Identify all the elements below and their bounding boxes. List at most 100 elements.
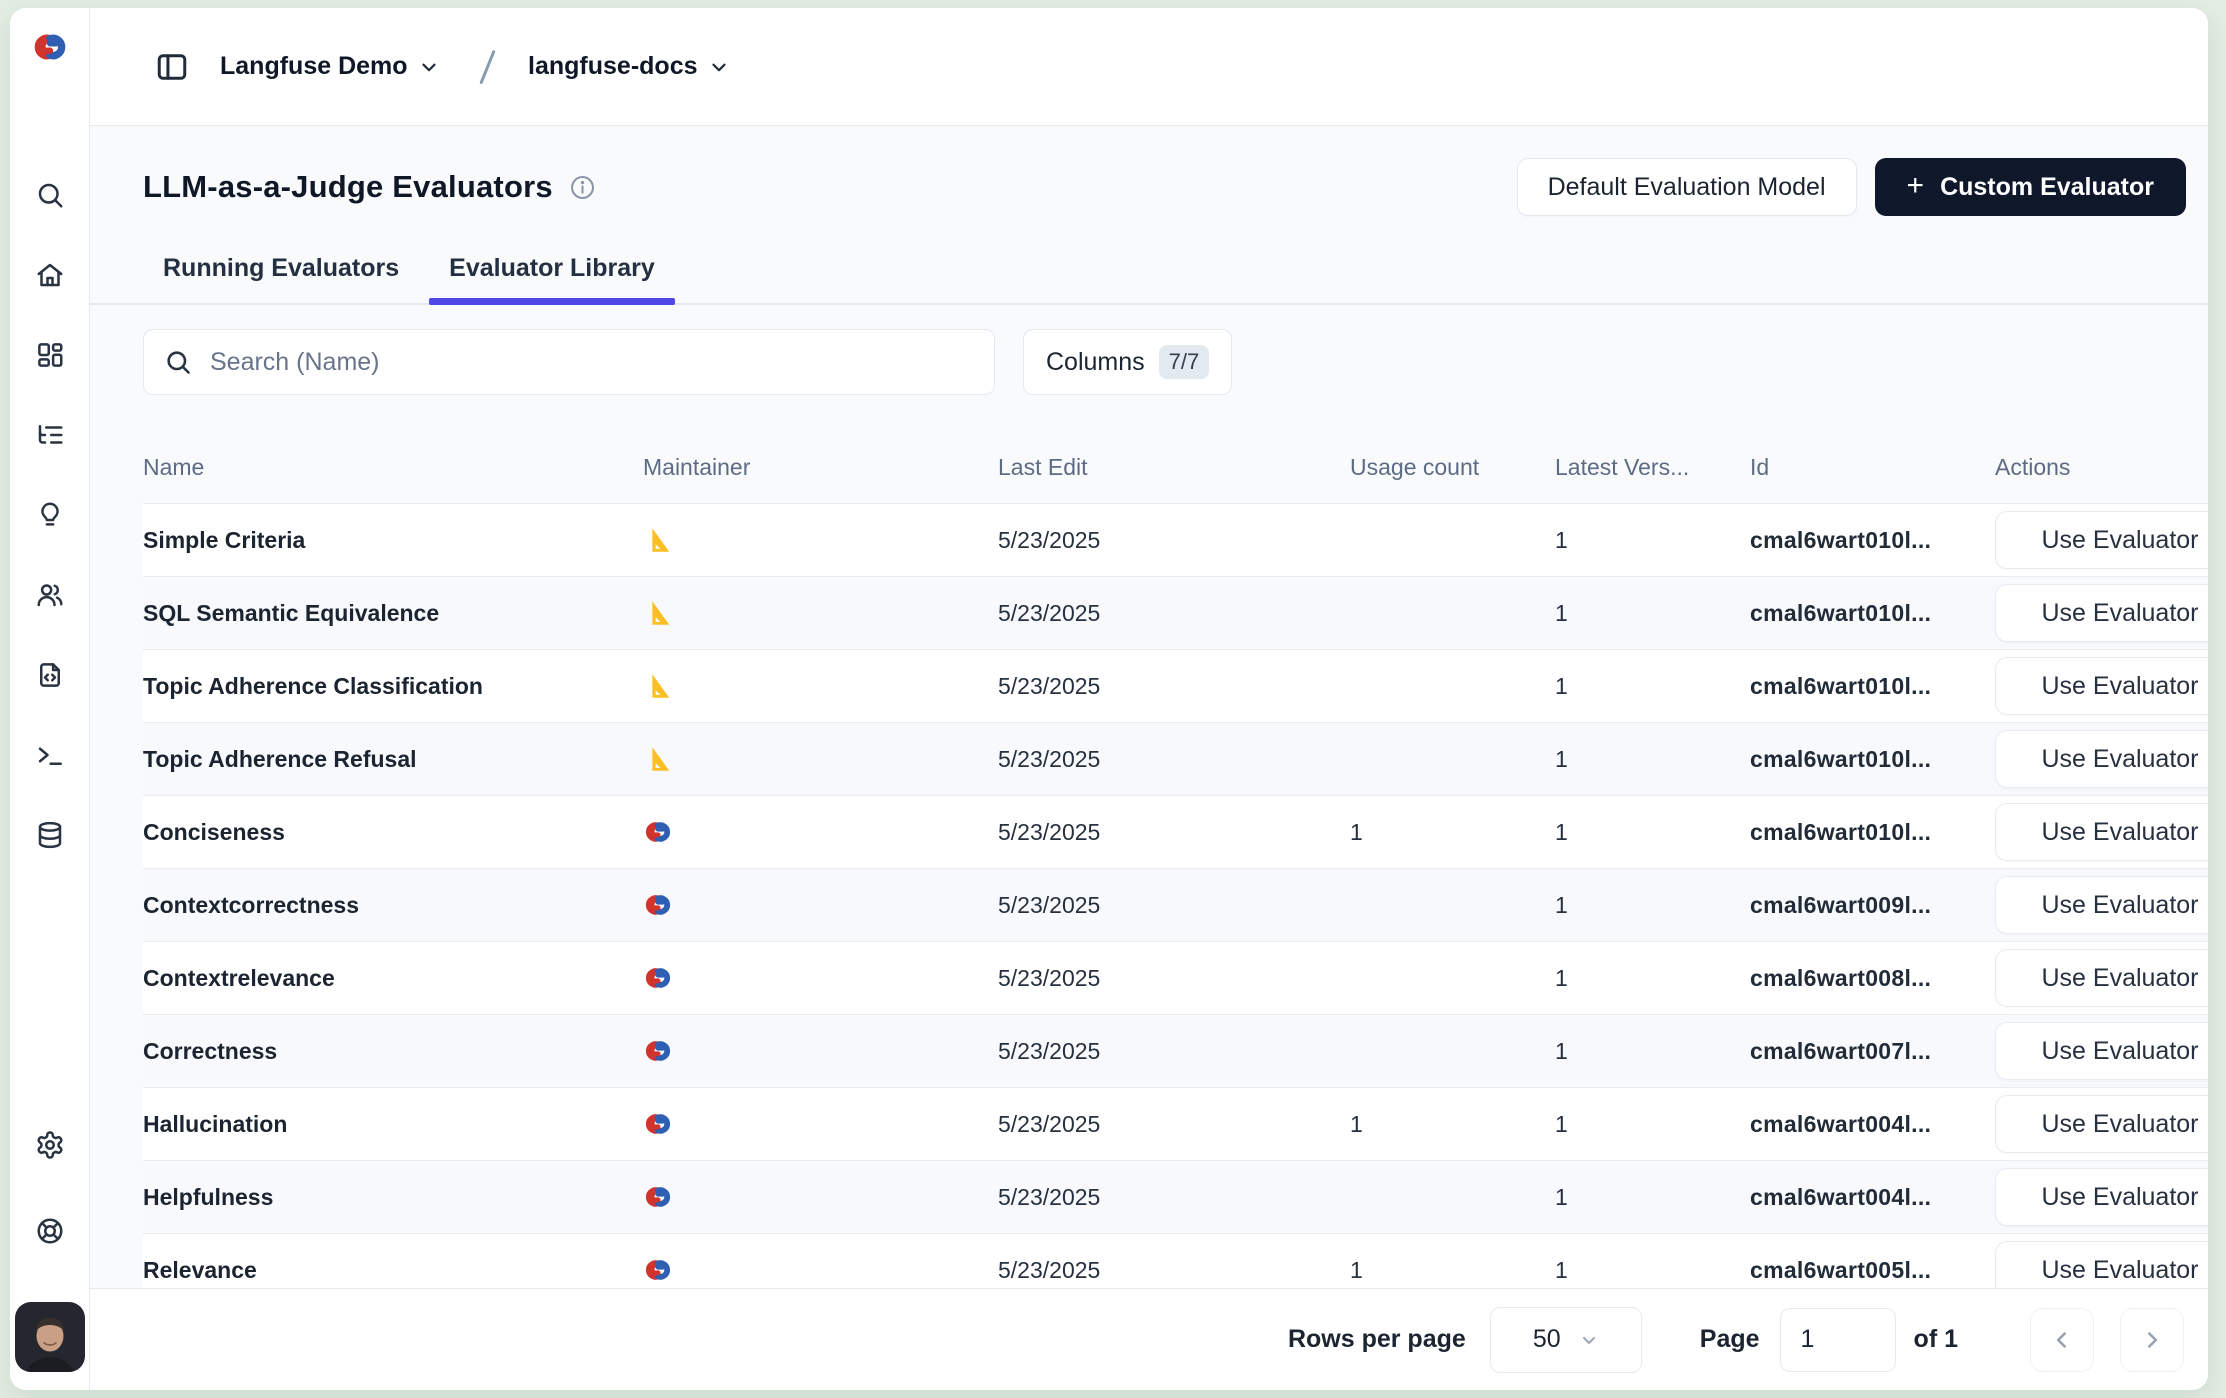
chevron-right-icon: [2139, 1327, 2165, 1353]
page-number-input[interactable]: [1780, 1308, 1896, 1372]
sidebar-toggle-icon[interactable]: [154, 49, 190, 85]
chevron-down-icon: [418, 56, 440, 78]
table-row[interactable]: Helpfulness 5/23/2025 1 cmal6wart004l...…: [143, 1161, 2208, 1234]
usage-count: 1: [1350, 1234, 1555, 1289]
page-label: Page: [1700, 1325, 1760, 1354]
column-header-maintainer: Maintainer: [643, 431, 998, 504]
column-header-actions: Actions: [1995, 431, 2208, 504]
evaluator-id: cmal6wart010l...: [1750, 796, 1995, 869]
latest-version: 1: [1555, 942, 1750, 1015]
evaluator-id: cmal6wart009l...: [1750, 869, 1995, 942]
ragas-triangle-icon: [643, 671, 673, 701]
table-row[interactable]: Relevance 5/23/2025 1 1 cmal6wart005l...…: [143, 1234, 2208, 1289]
evaluator-id: cmal6wart010l...: [1750, 650, 1995, 723]
use-evaluator-button[interactable]: Use Evaluator: [1995, 511, 2208, 569]
tab-running-evaluators[interactable]: Running Evaluators: [143, 246, 419, 303]
tracing-tree-icon[interactable]: [35, 420, 65, 450]
evaluation-lightbulb-icon[interactable]: [35, 500, 65, 530]
playground-terminal-icon[interactable]: [35, 740, 65, 770]
latest-version: 1: [1555, 1015, 1750, 1088]
rows-per-page-select[interactable]: 50: [1490, 1307, 1642, 1373]
latest-version: 1: [1555, 504, 1750, 577]
latest-version: 1: [1555, 577, 1750, 650]
plus-icon: +: [1907, 171, 1925, 201]
use-evaluator-button[interactable]: Use Evaluator: [1995, 584, 2208, 642]
table-row[interactable]: Topic Adherence Classification 5/23/2025…: [143, 650, 2208, 723]
support-lifebuoy-icon[interactable]: [35, 1216, 65, 1246]
usage-count: [1350, 869, 1555, 942]
project-selector[interactable]: langfuse-docs: [528, 52, 729, 81]
usage-count: [1350, 723, 1555, 796]
table-row[interactable]: Contextcorrectness 5/23/2025 1 cmal6wart…: [143, 869, 2208, 942]
use-evaluator-button[interactable]: Use Evaluator: [1995, 1095, 2208, 1153]
sidebar: [10, 8, 90, 1390]
columns-button[interactable]: Columns 7/7: [1023, 329, 1232, 395]
tab-evaluator-library[interactable]: Evaluator Library: [429, 246, 675, 303]
latest-version: 1: [1555, 723, 1750, 796]
table-toolbar: Columns 7/7: [90, 329, 2208, 395]
langfuse-knot-icon: [643, 963, 673, 993]
search-icon[interactable]: [35, 180, 65, 210]
usage-count: [1350, 1161, 1555, 1234]
org-name: Langfuse Demo: [220, 52, 408, 81]
search-input-wrap: [143, 329, 995, 395]
next-page-button[interactable]: [2120, 1308, 2184, 1372]
evaluator-table-wrap: NameMaintainerLast EditUsage countLatest…: [90, 431, 2208, 1288]
topbar: Langfuse Demo langfuse-docs: [90, 8, 2208, 126]
org-selector[interactable]: Langfuse Demo: [220, 52, 440, 81]
use-evaluator-button[interactable]: Use Evaluator: [1995, 657, 2208, 715]
table-row[interactable]: Conciseness 5/23/2025 1 1 cmal6wart010l.…: [143, 796, 2208, 869]
evaluator-name: Contextcorrectness: [143, 869, 643, 942]
datasets-database-icon[interactable]: [35, 820, 65, 850]
langfuse-knot-icon: [643, 890, 673, 920]
home-icon[interactable]: [35, 260, 65, 290]
previous-page-button[interactable]: [2030, 1308, 2094, 1372]
evaluator-id: cmal6wart010l...: [1750, 577, 1995, 650]
table-row[interactable]: Topic Adherence Refusal 5/23/2025 1 cmal…: [143, 723, 2208, 796]
langfuse-logo-icon[interactable]: [31, 28, 69, 66]
latest-version: 1: [1555, 1234, 1750, 1289]
user-avatar[interactable]: [15, 1302, 85, 1372]
column-header-last-edit: Last Edit: [998, 431, 1350, 504]
table-row[interactable]: SQL Semantic Equivalence 5/23/2025 1 cma…: [143, 577, 2208, 650]
use-evaluator-button[interactable]: Use Evaluator: [1995, 1168, 2208, 1226]
use-evaluator-button[interactable]: Use Evaluator: [1995, 1022, 2208, 1080]
custom-evaluator-button[interactable]: + Custom Evaluator: [1875, 158, 2186, 216]
use-evaluator-button[interactable]: Use Evaluator: [1995, 949, 2208, 1007]
usage-count: 1: [1350, 1088, 1555, 1161]
users-icon[interactable]: [35, 580, 65, 610]
table-row[interactable]: Correctness 5/23/2025 1 cmal6wart007l...…: [143, 1015, 2208, 1088]
evaluator-id: cmal6wart008l...: [1750, 942, 1995, 1015]
latest-version: 1: [1555, 1161, 1750, 1234]
settings-gear-icon[interactable]: [35, 1130, 65, 1160]
column-header-name: Name: [143, 431, 643, 504]
usage-count: [1350, 577, 1555, 650]
last-edit-date: 5/23/2025: [998, 1088, 1350, 1161]
use-evaluator-button[interactable]: Use Evaluator: [1995, 730, 2208, 788]
dashboard-icon[interactable]: [35, 340, 65, 370]
evaluator-id: cmal6wart004l...: [1750, 1161, 1995, 1234]
evaluator-id: cmal6wart005l...: [1750, 1234, 1995, 1289]
prompts-file-code-icon[interactable]: [35, 660, 65, 690]
evaluator-name: Topic Adherence Classification: [143, 650, 643, 723]
tab-bar: Running EvaluatorsEvaluator Library: [90, 246, 2208, 305]
evaluator-table: NameMaintainerLast EditUsage countLatest…: [143, 431, 2208, 1288]
table-row[interactable]: Hallucination 5/23/2025 1 1 cmal6wart004…: [143, 1088, 2208, 1161]
rows-per-page-label: Rows per page: [1288, 1325, 1466, 1354]
default-evaluation-model-button[interactable]: Default Evaluation Model: [1517, 158, 1857, 216]
app-window: Langfuse Demo langfuse-docs LLM-as-a-Jud…: [10, 8, 2208, 1390]
latest-version: 1: [1555, 650, 1750, 723]
evaluator-id: cmal6wart010l...: [1750, 723, 1995, 796]
evaluator-name: Correctness: [143, 1015, 643, 1088]
table-row[interactable]: Contextrelevance 5/23/2025 1 cmal6wart00…: [143, 942, 2208, 1015]
table-row[interactable]: Simple Criteria 5/23/2025 1 cmal6wart010…: [143, 504, 2208, 577]
search-input[interactable]: [208, 347, 974, 378]
use-evaluator-button[interactable]: Use Evaluator: [1995, 1241, 2208, 1288]
evaluator-id: cmal6wart004l...: [1750, 1088, 1995, 1161]
use-evaluator-button[interactable]: Use Evaluator: [1995, 803, 2208, 861]
info-icon[interactable]: [569, 174, 596, 201]
column-header-id: Id: [1750, 431, 1995, 504]
usage-count: [1350, 650, 1555, 723]
ragas-triangle-icon: [643, 525, 673, 555]
use-evaluator-button[interactable]: Use Evaluator: [1995, 876, 2208, 934]
